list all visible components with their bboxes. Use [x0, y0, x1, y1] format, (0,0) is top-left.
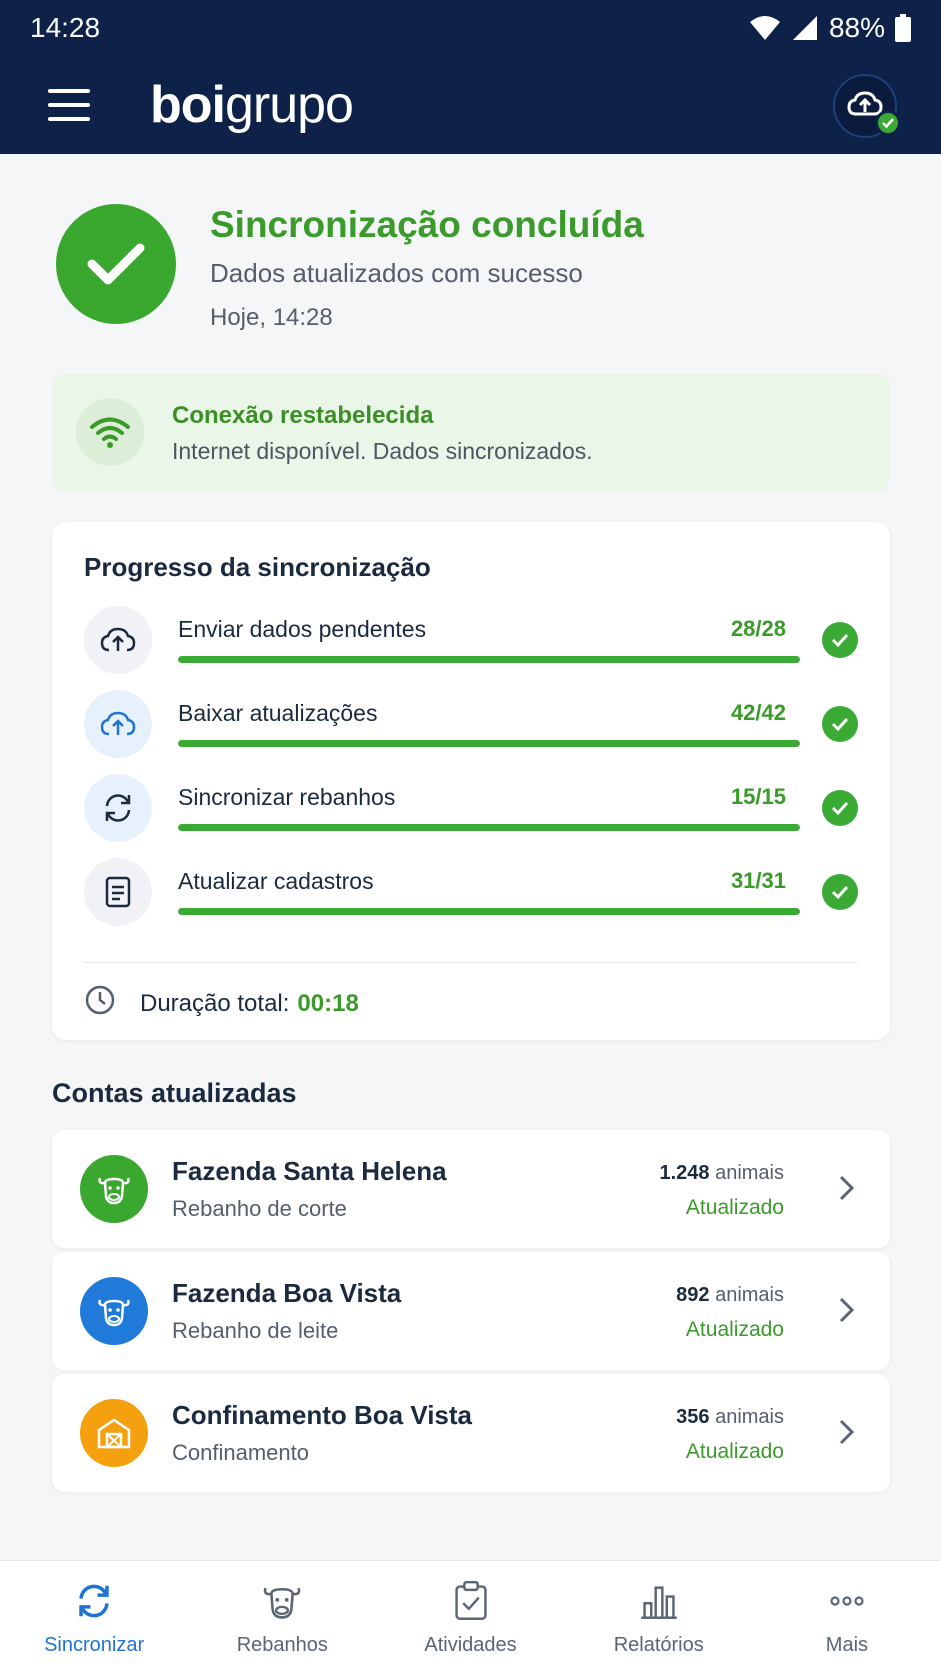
more-dots-icon — [827, 1581, 867, 1626]
check-icon — [822, 706, 858, 742]
progress-row-herds: Sincronizar rebanhos 15/15 — [84, 774, 858, 844]
signal-icon — [791, 14, 819, 42]
bar-chart-icon — [639, 1581, 679, 1626]
document-icon — [84, 858, 152, 926]
account-status: Atualizado — [685, 1196, 784, 1219]
account-status: Atualizado — [685, 1318, 784, 1341]
status-bar: 14:28 88% — [0, 0, 941, 56]
progress-row-download: Baixar atualizações 42/42 — [84, 690, 858, 760]
battery-text: 88% — [828, 12, 885, 43]
animal-count: 356 animais — [676, 1406, 784, 1428]
success-check-icon — [56, 204, 176, 324]
barn-icon — [80, 1399, 148, 1467]
account-card[interactable]: Fazenda Boa Vista Rebanho de leite 892 a… — [52, 1252, 890, 1370]
wifi-icon — [76, 398, 144, 466]
connection-subtitle: Internet disponível. Dados sincronizados… — [172, 438, 593, 464]
nav-more[interactable]: Mais — [753, 1561, 941, 1672]
sync-timestamp: Hoje, 14:28 — [210, 304, 333, 331]
app-header: 14:28 88% boigrupo — [0, 0, 941, 154]
menu-icon[interactable] — [48, 89, 90, 121]
account-card[interactable]: Confinamento Boa Vista Confinamento 356 … — [52, 1374, 890, 1492]
progress-bar — [178, 740, 800, 747]
progress-title: Progresso da sincronização — [84, 552, 431, 582]
progress-bar — [178, 656, 800, 663]
cloud-sync-button[interactable] — [833, 74, 901, 138]
bottom-nav: Sincronizar Rebanhos Atividades Relatóri… — [0, 1560, 941, 1672]
account-type: Confinamento — [172, 1440, 309, 1465]
accounts-section-title: Contas atualizadas — [52, 1078, 297, 1108]
app-logo: boigrupo — [150, 76, 354, 134]
check-icon — [822, 622, 858, 658]
nav-sync[interactable]: Sincronizar — [0, 1561, 188, 1672]
account-card[interactable]: Fazenda Santa Helena Rebanho de corte 1.… — [52, 1130, 890, 1248]
progress-bar — [178, 824, 800, 831]
account-type: Rebanho de leite — [172, 1318, 339, 1343]
duration-label: Duração total: — [140, 989, 290, 1017]
progress-label: Enviar dados pendentes — [178, 616, 427, 642]
nav-reports[interactable]: Relatórios — [565, 1561, 753, 1672]
progress-count: 31/31 — [730, 868, 786, 893]
clock-icon — [84, 984, 140, 1023]
total-duration: Duração total: 00:18 — [84, 984, 359, 1023]
chevron-right-icon — [838, 1174, 856, 1207]
cow-icon — [80, 1155, 148, 1223]
cow-icon — [260, 1581, 304, 1626]
progress-count: 15/15 — [730, 784, 786, 809]
cow-icon — [80, 1277, 148, 1345]
status-time: 14:28 — [30, 12, 101, 43]
battery-icon — [895, 14, 911, 42]
progress-label: Baixar atualizações — [178, 700, 378, 726]
progress-label: Atualizar cadastros — [178, 868, 374, 894]
nav-herds[interactable]: Rebanhos — [188, 1561, 376, 1672]
sync-icon — [74, 1581, 114, 1626]
account-name: Confinamento Boa Vista — [172, 1400, 473, 1430]
chevron-right-icon — [838, 1296, 856, 1329]
nav-label: Mais — [825, 1634, 869, 1656]
account-name: Fazenda Boa Vista — [172, 1278, 402, 1308]
sync-subtitle: Dados atualizados com sucesso — [210, 258, 583, 288]
account-type: Rebanho de corte — [172, 1196, 347, 1221]
check-icon — [822, 874, 858, 910]
nav-label: Rebanhos — [236, 1634, 328, 1656]
progress-row-upload: Enviar dados pendentes 28/28 — [84, 606, 858, 676]
sync-icon — [84, 774, 152, 842]
account-name: Fazenda Santa Helena — [172, 1156, 447, 1186]
account-status: Atualizado — [685, 1440, 784, 1463]
cloud-download-icon — [84, 690, 152, 758]
nav-label: Sincronizar — [44, 1634, 145, 1656]
animal-count: 892 animais — [676, 1284, 784, 1306]
nav-label: Atividades — [424, 1634, 517, 1656]
nav-activities[interactable]: Atividades — [376, 1561, 564, 1672]
check-badge-icon — [875, 110, 901, 136]
progress-row-records: Atualizar cadastros 31/31 — [84, 858, 858, 928]
divider — [84, 962, 858, 963]
animal-count: 1.248 animais — [659, 1162, 784, 1184]
duration-value: 00:18 — [297, 989, 359, 1017]
check-icon — [822, 790, 858, 826]
progress-count: 28/28 — [730, 616, 786, 641]
sync-title: Sincronização concluída — [210, 204, 644, 245]
cloud-upload-icon — [84, 606, 152, 674]
wifi-icon — [749, 15, 781, 41]
nav-label: Relatórios — [613, 1634, 704, 1656]
progress-bar — [178, 908, 800, 915]
progress-label: Sincronizar rebanhos — [178, 784, 396, 810]
sync-success-hero: Sincronização concluída Dados atualizado… — [56, 204, 901, 331]
connection-banner: Conexão restabelecida Internet disponíve… — [52, 374, 890, 492]
progress-count: 42/42 — [730, 700, 786, 725]
chevron-right-icon — [838, 1418, 856, 1451]
connection-title: Conexão restabelecida — [172, 402, 434, 429]
sync-progress-card: Progresso da sincronização Enviar dados … — [52, 522, 890, 1040]
clipboard-check-icon — [453, 1580, 489, 1626]
